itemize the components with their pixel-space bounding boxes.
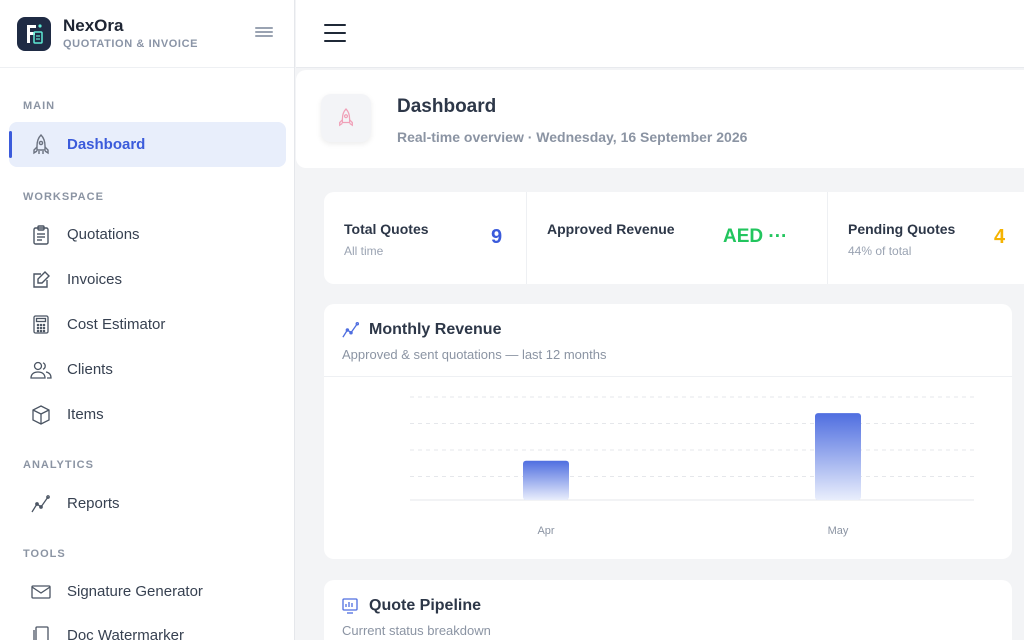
sidebar-item-cost-estimator[interactable]: Cost Estimator <box>9 302 286 347</box>
sidebar-item-items[interactable]: Items <box>9 392 286 437</box>
stat-value: AED ··· <box>723 226 788 247</box>
sidebar-item-doc-watermarker[interactable]: Doc Watermarker <box>9 613 286 640</box>
quote-pipeline-card: Quote Pipeline Current status breakdown <box>324 580 1012 640</box>
menu-toggle-button[interactable] <box>324 24 346 42</box>
nav-section-main: MAIN <box>23 100 56 112</box>
x-tick-label: May <box>828 525 849 537</box>
stat-label: Pending Quotes <box>848 221 956 237</box>
sidebar: NexOra QUOTATION & INVOICE MAIN Dashboar… <box>0 0 295 640</box>
card-title: Quote Pipeline <box>369 597 482 614</box>
sidebar-item-label: Reports <box>67 495 120 512</box>
sidebar-item-label: Cost Estimator <box>67 316 166 333</box>
sidebar-item-label: Quotations <box>67 226 140 243</box>
monitor-chart-icon <box>342 598 360 616</box>
trend-line-icon <box>342 321 360 339</box>
x-tick-label: Apr <box>537 525 554 537</box>
sidebar-item-invoices[interactable]: Invoices <box>9 257 286 302</box>
nav-section-analytics: ANALYTICS <box>23 459 94 471</box>
card-divider <box>324 376 1012 377</box>
sidebar-item-label: Clients <box>67 361 113 378</box>
card-subtitle: Approved & sent quotations — last 12 mon… <box>342 347 607 362</box>
sidebar-item-clients[interactable]: Clients <box>9 347 286 392</box>
sidebar-item-label: Invoices <box>67 271 123 288</box>
sidebar-item-label: Dashboard <box>67 136 146 153</box>
stat-sub: 44% of total <box>848 244 912 258</box>
stat-pending-quotes: Pending Quotes 44% of total 4 <box>828 192 1024 284</box>
monthly-revenue-card: Monthly Revenue Approved & sent quotatio… <box>324 304 1012 559</box>
edit-note-icon <box>29 268 53 292</box>
stat-value: 4 <box>994 226 1006 248</box>
card-subtitle: Current status breakdown <box>342 623 491 638</box>
trend-line-icon <box>29 492 53 516</box>
brand-header: NexOra QUOTATION & INVOICE <box>0 0 294 68</box>
sidebar-collapse-button[interactable] <box>255 27 273 39</box>
stats-row: Total Quotes All time 9 Approved Revenue… <box>324 192 1024 284</box>
brand-name: NexOra <box>63 16 124 35</box>
rocket-icon <box>321 94 371 142</box>
bar-may[interactable] <box>815 413 861 500</box>
page-subtitle: Real-time overview · Wednesday, 16 Septe… <box>397 129 748 145</box>
document-copy-icon <box>29 624 53 640</box>
envelope-icon <box>29 580 53 604</box>
page-header: Dashboard Real-time overview · Wednesday… <box>296 70 1024 168</box>
calculator-icon <box>29 313 53 337</box>
sidebar-item-dashboard[interactable]: Dashboard <box>9 122 286 167</box>
revenue-chart: Apr May <box>410 396 974 537</box>
sidebar-item-signature-generator[interactable]: Signature Generator <box>9 569 286 614</box>
page-title: Dashboard <box>397 96 497 117</box>
stat-label: Approved Revenue <box>547 221 675 237</box>
sidebar-item-label: Items <box>67 406 104 423</box>
rocket-icon <box>29 133 53 157</box>
brand-logo-icon <box>17 16 51 51</box>
brand-subtitle: QUOTATION & INVOICE <box>63 38 199 50</box>
stat-label: Total Quotes <box>344 221 429 237</box>
sidebar-item-label: Signature Generator <box>67 583 203 600</box>
stat-sub: All time <box>344 244 384 258</box>
nav-section-tools: TOOLS <box>23 548 66 560</box>
bar-apr[interactable] <box>523 460 569 500</box>
card-title: Monthly Revenue <box>369 321 502 338</box>
topbar <box>296 0 1024 68</box>
nav-section-workspace: WORKSPACE <box>23 191 104 203</box>
stat-value: 9 <box>491 226 503 248</box>
sidebar-item-quotations[interactable]: Quotations <box>9 212 286 257</box>
users-icon <box>29 358 53 382</box>
stat-total-quotes: Total Quotes All time 9 <box>324 192 527 284</box>
stat-approved-revenue: Approved Revenue AED ··· <box>527 192 828 284</box>
sidebar-item-label: Doc Watermarker <box>67 627 184 640</box>
clipboard-icon <box>29 223 53 247</box>
box-icon <box>29 403 53 427</box>
sidebar-item-reports[interactable]: Reports <box>9 481 286 526</box>
